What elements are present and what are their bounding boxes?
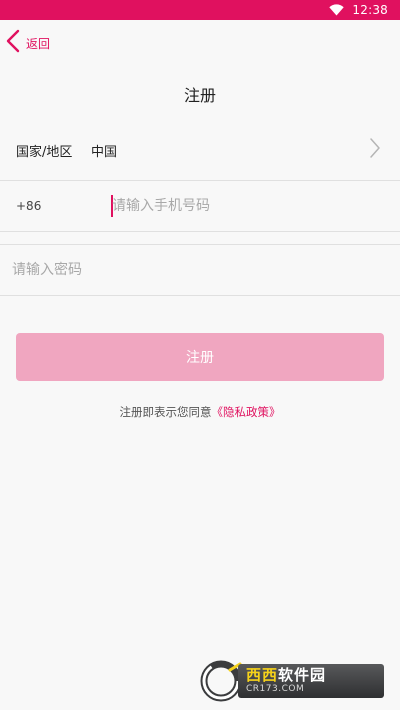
country-code[interactable]: +86	[16, 199, 41, 213]
status-bar: 12:38	[0, 0, 400, 20]
region-selector[interactable]: 国家/地区 中国	[0, 124, 400, 176]
watermark: 西西软件园 CR173.COM	[200, 660, 386, 702]
watermark-text: 西西软件园 CR173.COM	[238, 664, 384, 698]
password-input[interactable]	[12, 256, 382, 284]
agreement-prefix: 注册即表示您同意	[119, 405, 212, 419]
region-value: 中国	[91, 144, 118, 160]
register-button[interactable]: 注册	[16, 333, 384, 381]
status-time: 12:38	[352, 3, 388, 17]
wifi-icon	[329, 4, 345, 16]
watermark-brand: 西西软件园	[246, 666, 327, 684]
region-label: 国家/地区	[16, 144, 73, 160]
phone-input[interactable]	[112, 192, 382, 220]
phone-row: +86	[0, 180, 400, 232]
watermark-url: CR173.COM	[246, 684, 305, 694]
chevron-left-icon	[6, 29, 20, 57]
agreement-text: 注册即表示您同意《隐私政策》	[0, 404, 400, 420]
back-button[interactable]: 返回	[6, 29, 51, 57]
password-row	[0, 244, 400, 296]
page-title: 注册	[183, 86, 216, 105]
chevron-right-icon	[370, 138, 380, 162]
privacy-policy-link[interactable]: 《隐私政策》	[212, 405, 281, 419]
back-label: 返回	[26, 36, 51, 51]
watermark-logo-icon	[200, 660, 242, 702]
